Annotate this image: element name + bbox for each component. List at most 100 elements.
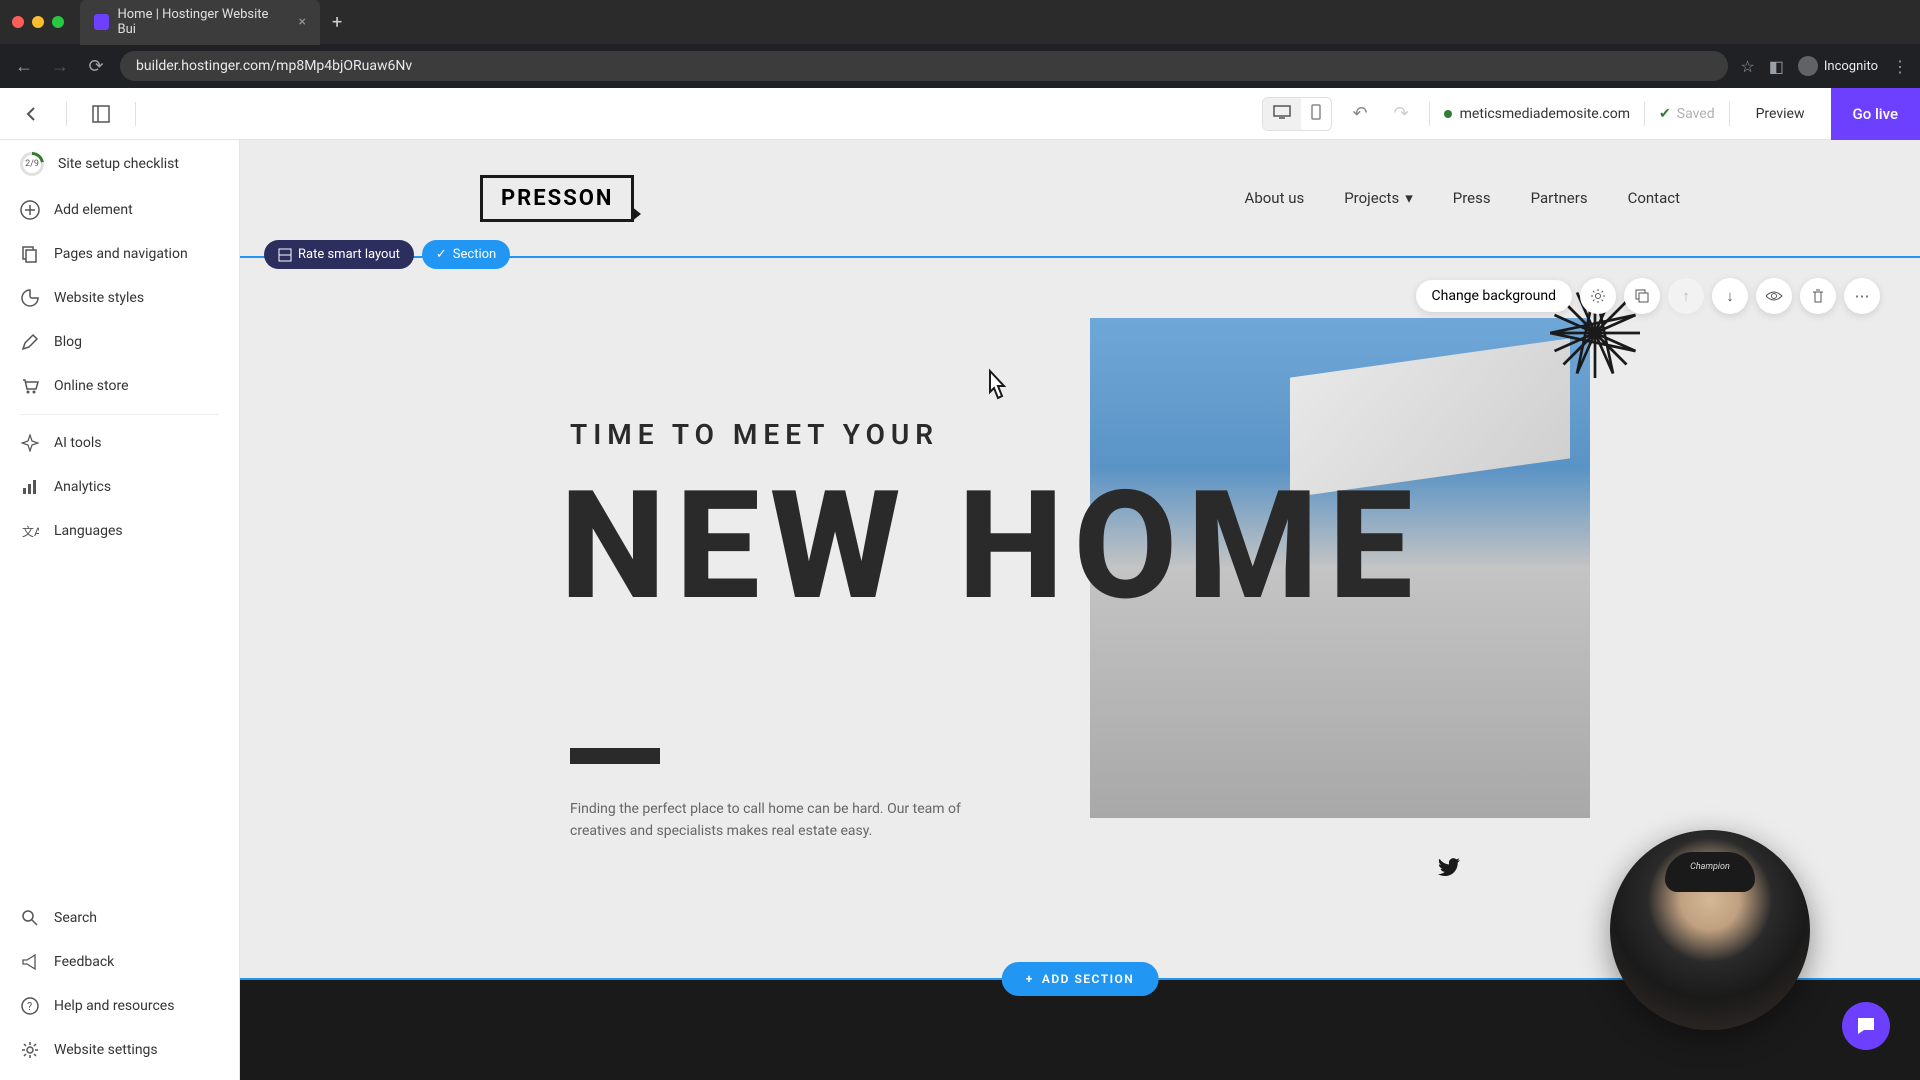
sidebar-item-ai[interactable]: AI tools	[0, 421, 239, 465]
more-options-button[interactable]: ⋯	[1844, 278, 1880, 314]
svg-text:?: ?	[27, 1000, 32, 1013]
separator	[1729, 102, 1730, 126]
hero-description[interactable]: Finding the perfect place to call home c…	[570, 798, 970, 843]
mobile-preview-button[interactable]	[1301, 98, 1331, 130]
tab-favicon-icon	[94, 14, 109, 30]
desktop-preview-button[interactable]	[1263, 98, 1301, 130]
section-tags: Rate smart layout ✓ Section	[264, 240, 510, 269]
incognito-indicator: Incognito	[1798, 56, 1878, 76]
browser-toolbar: ← → ⟳ builder.hostinger.com/mp8Mp4bjORua…	[0, 44, 1920, 88]
nav-projects[interactable]: Projects ▾	[1344, 189, 1413, 207]
help-icon: ?	[20, 996, 40, 1016]
add-section-button[interactable]: + ADD SECTION	[1002, 962, 1159, 996]
sidebar-item-label: Site setup checklist	[58, 156, 179, 172]
nav-press[interactable]: Press	[1453, 189, 1491, 207]
site-nav: About us Projects ▾ Press Partners Conta…	[1245, 189, 1680, 207]
move-down-button[interactable]: ↓	[1712, 278, 1748, 314]
hero-subtitle[interactable]: TIME TO MEET YOUR	[570, 418, 939, 451]
tab-title: Home | Hostinger Website Bui	[117, 7, 284, 37]
layout-toggle-button[interactable]	[85, 98, 117, 130]
sidebar-item-label: Search	[54, 910, 97, 926]
sidebar-item-add-element[interactable]: Add element	[0, 188, 239, 232]
gear-icon	[20, 1040, 40, 1060]
site-logo[interactable]: PRESSON	[480, 175, 634, 222]
back-button[interactable]: ←	[12, 56, 36, 77]
builder-canvas[interactable]: PRESSON About us Projects ▾ Press Partne…	[240, 140, 1920, 1080]
nav-partners[interactable]: Partners	[1531, 189, 1588, 207]
sidebar-item-feedback[interactable]: Feedback	[0, 940, 239, 984]
saved-label: Saved	[1677, 106, 1715, 122]
save-status: ✔ Saved	[1659, 106, 1715, 122]
section-tag[interactable]: ✓ Section	[422, 240, 510, 269]
site-domain-indicator[interactable]: meticsmediademosite.com	[1444, 106, 1630, 122]
section-settings-button[interactable]	[1580, 278, 1616, 314]
svg-text:文A: 文A	[22, 524, 39, 539]
go-live-button[interactable]: Go live	[1831, 88, 1920, 140]
builder-sidebar: 2/9 Site setup checklist Add element Pag…	[0, 140, 240, 1080]
plus-circle-icon	[20, 200, 40, 220]
move-up-button[interactable]: ↑	[1668, 278, 1704, 314]
sidebar-item-checklist[interactable]: 2/9 Site setup checklist	[0, 140, 239, 188]
sidebar-item-label: Website styles	[54, 290, 144, 306]
sidebar-item-label: Analytics	[54, 479, 111, 495]
maximize-window[interactable]	[52, 16, 64, 28]
bookmark-icon[interactable]: ☆	[1740, 57, 1754, 76]
social-icons	[1438, 858, 1460, 881]
sidebar-item-blog[interactable]: Blog	[0, 320, 239, 364]
sidebar-item-pages[interactable]: Pages and navigation	[0, 232, 239, 276]
forward-button[interactable]: →	[48, 56, 72, 77]
back-to-dashboard-button[interactable]	[16, 98, 48, 130]
rate-layout-button[interactable]: Rate smart layout	[264, 240, 414, 269]
cap-logo-text: Champion	[1690, 862, 1730, 872]
nav-contact[interactable]: Contact	[1628, 189, 1680, 207]
change-background-button[interactable]: Change background	[1416, 280, 1573, 312]
sidebar-item-label: Feedback	[54, 954, 114, 970]
checklist-progress-icon: 2/9	[20, 152, 44, 176]
sidebar-item-label: Add element	[54, 202, 133, 218]
duplicate-section-button[interactable]	[1624, 278, 1660, 314]
tab-close-icon[interactable]: ×	[299, 14, 306, 30]
browser-tab-bar: Home | Hostinger Website Bui × +	[0, 0, 1920, 44]
sidebar-item-analytics[interactable]: Analytics	[0, 465, 239, 509]
check-icon: ✓	[436, 247, 447, 262]
delete-section-button[interactable]	[1800, 278, 1836, 314]
separator	[1644, 102, 1645, 126]
extensions-icon[interactable]: ◧	[1769, 57, 1784, 76]
plus-icon: +	[1026, 972, 1034, 986]
sidebar-item-help[interactable]: ? Help and resources	[0, 984, 239, 1028]
site-header[interactable]: PRESSON About us Projects ▾ Press Partne…	[240, 140, 1920, 256]
browser-menu-icon[interactable]: ⋮	[1892, 57, 1908, 76]
reload-button[interactable]: ⟳	[84, 56, 108, 77]
sidebar-item-settings[interactable]: Website settings	[0, 1028, 239, 1072]
browser-tab[interactable]: Home | Hostinger Website Bui ×	[80, 0, 320, 45]
minimize-window[interactable]	[32, 16, 44, 28]
pencil-icon	[20, 332, 40, 352]
pointer-cursor-icon	[980, 368, 1012, 411]
hero-title[interactable]: NEW HOME	[560, 458, 1423, 634]
hero-accent-bar[interactable]	[570, 748, 660, 764]
chat-fab[interactable]	[1842, 1002, 1890, 1050]
sidebar-item-label: AI tools	[54, 435, 101, 451]
sidebar-item-languages[interactable]: 文A Languages	[0, 509, 239, 553]
address-bar[interactable]: builder.hostinger.com/mp8Mp4bjORuaw6Nv	[120, 51, 1728, 81]
sparkle-icon	[20, 433, 40, 453]
section-toolbar: Change background ↑ ↓ ⋯	[1416, 278, 1881, 314]
visibility-button[interactable]	[1756, 278, 1792, 314]
sidebar-item-search[interactable]: Search	[0, 896, 239, 940]
separator	[20, 414, 219, 415]
nav-about[interactable]: About us	[1245, 189, 1305, 207]
separator	[135, 102, 136, 126]
incognito-label: Incognito	[1824, 59, 1878, 74]
new-tab-button[interactable]: +	[332, 12, 342, 33]
close-window[interactable]	[12, 16, 24, 28]
sidebar-item-styles[interactable]: Website styles	[0, 276, 239, 320]
sidebar-item-label: Languages	[54, 523, 123, 539]
pages-icon	[20, 244, 40, 264]
undo-button[interactable]: ↶	[1346, 103, 1373, 124]
chart-icon	[20, 477, 40, 497]
twitter-icon[interactable]	[1438, 858, 1460, 881]
separator	[1429, 102, 1430, 126]
sidebar-item-store[interactable]: Online store	[0, 364, 239, 408]
redo-button[interactable]: ↷	[1388, 103, 1415, 124]
preview-button[interactable]: Preview	[1744, 98, 1817, 130]
